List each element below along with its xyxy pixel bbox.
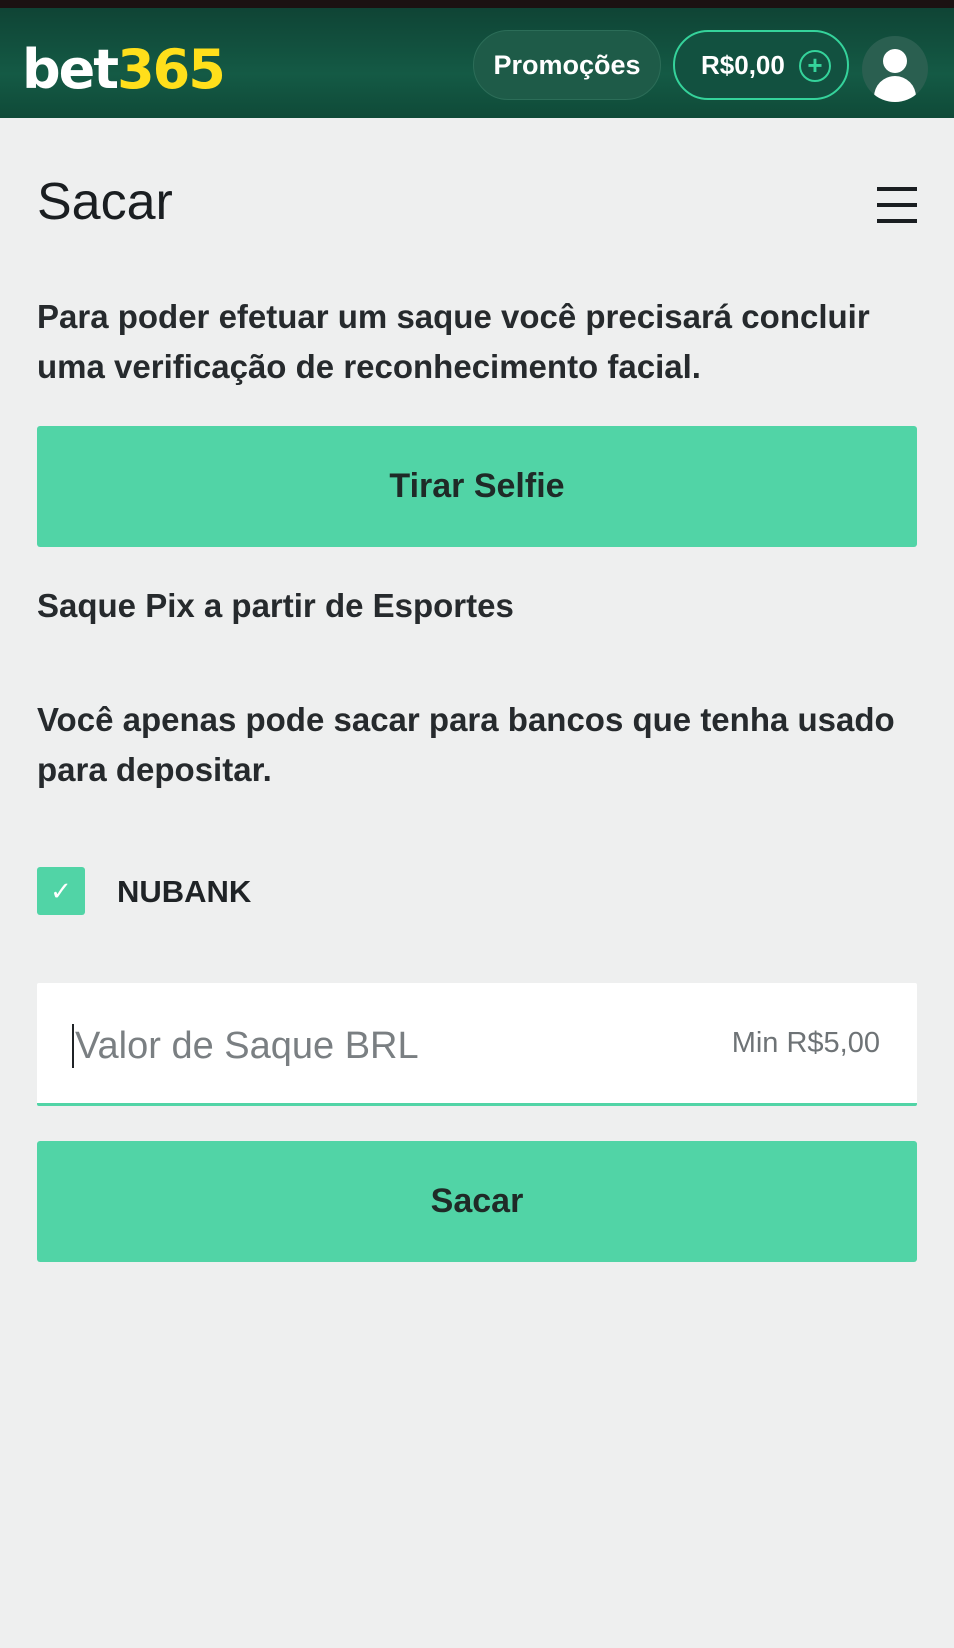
balance-amount: R$0,00 [701, 49, 785, 80]
nubank-label[interactable]: NUBANK [117, 874, 251, 910]
page-title: Sacar [37, 173, 173, 231]
facial-verification-notice: Para poder efetuar um saque você precisa… [37, 298, 870, 385]
bank-restriction-notice: Você apenas pode sacar para bancos que t… [37, 701, 895, 788]
withdraw-amount-input[interactable]: Valor de Saque BRL Min R$5,00 [37, 983, 917, 1106]
pix-withdraw-heading: Saque Pix a partir de Esportes [37, 587, 514, 624]
take-selfie-button[interactable]: Tirar Selfie [37, 426, 917, 547]
text-caret [72, 1024, 74, 1068]
logo-text-365: 365 [117, 38, 226, 101]
balance-button[interactable]: R$0,00 + [673, 30, 849, 100]
promotions-button[interactable]: Promoções [473, 30, 661, 100]
checkmark-icon: ✓ [50, 876, 72, 906]
top-header: bet365 Promoções R$0,00 + [0, 0, 954, 118]
hamburger-menu-icon[interactable] [877, 187, 917, 225]
nubank-checkbox[interactable]: ✓ [37, 867, 85, 915]
plus-circle-icon[interactable]: + [799, 50, 831, 82]
withdraw-button[interactable]: Sacar [37, 1141, 917, 1262]
amount-placeholder: Valor de Saque BRL [75, 1025, 419, 1067]
user-avatar-icon[interactable] [862, 36, 928, 102]
avatar-head [883, 49, 907, 73]
minimum-amount-label: Min R$5,00 [731, 1027, 880, 1059]
logo-text-bet: bet [22, 38, 119, 101]
bet365-logo[interactable]: bet365 [22, 38, 226, 102]
avatar-body [874, 76, 916, 102]
